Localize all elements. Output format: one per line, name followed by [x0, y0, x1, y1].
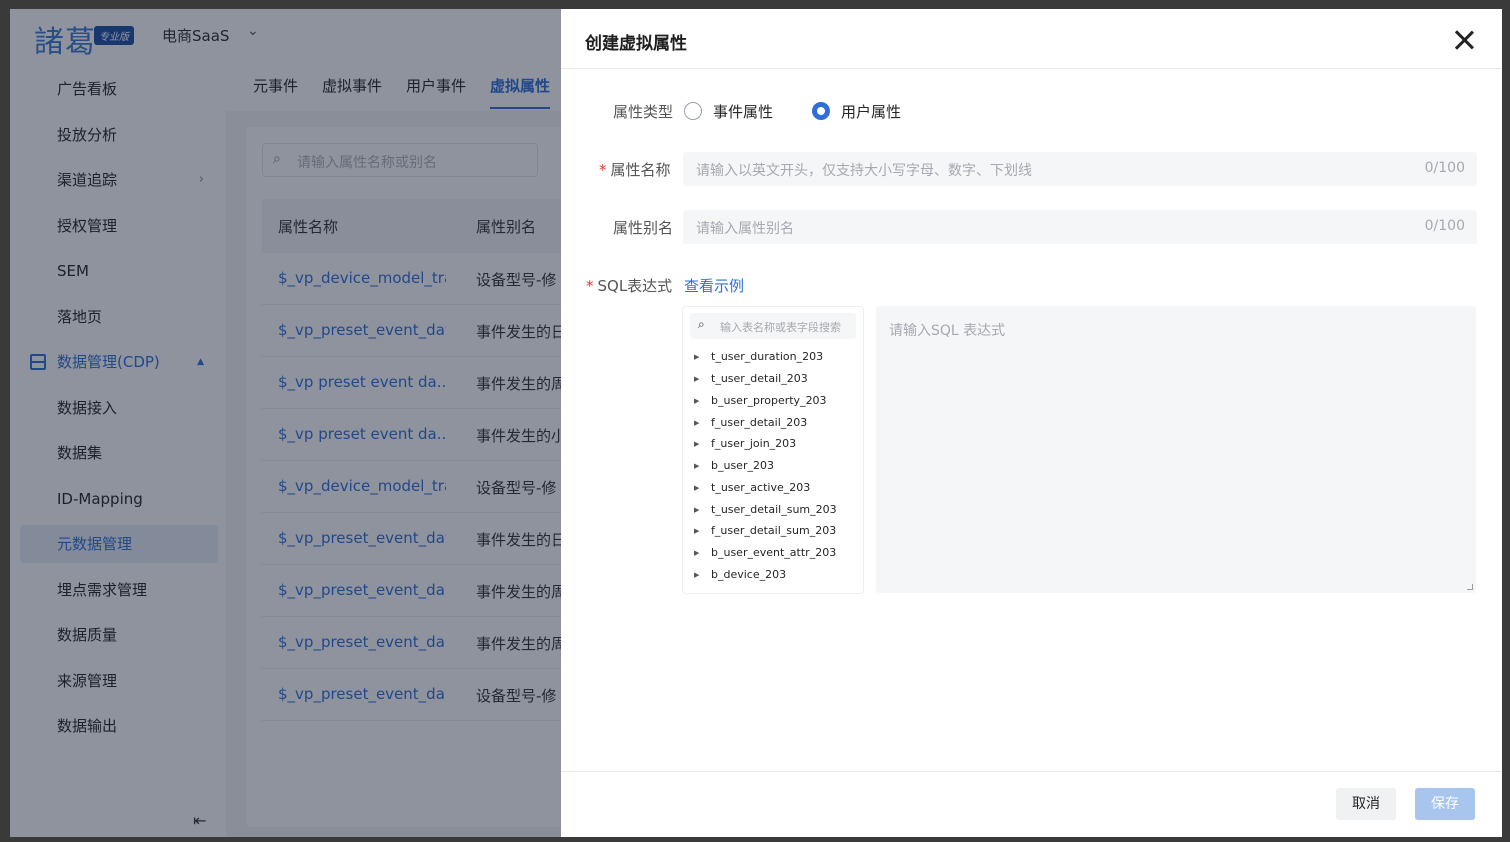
required-asterisk: * [599, 161, 607, 179]
sql-expression-placeholder: 请输入SQL 表达式 [889, 323, 1006, 339]
radio-user-property[interactable] [812, 102, 830, 120]
property-name-char-count: 0/100 [1424, 160, 1465, 176]
table-tree-item[interactable]: ▶ t_user_active_203 [694, 481, 810, 501]
table-search-placeholder: 输入表名称或表字段搜索 [720, 321, 841, 334]
table-name: f_user_detail_sum_203 [711, 524, 837, 537]
table-tree-item[interactable]: ▶ t_user_detail_sum_203 [694, 503, 837, 523]
property-name-label-text: 属性名称 [610, 161, 671, 179]
property-type-label: 属性类型 [613, 103, 674, 121]
required-asterisk: * [586, 277, 594, 295]
caret-right-icon[interactable]: ▶ [694, 397, 711, 405]
drawer-header: 创建虚拟属性 [561, 9, 1502, 69]
table-tree-item[interactable]: ▶ f_user_detail_sum_203 [694, 524, 836, 544]
caret-right-icon[interactable]: ▶ [694, 375, 711, 383]
radio-label-user-property[interactable]: 用户属性 [841, 101, 901, 122]
table-name: t_user_detail_sum_203 [711, 503, 837, 516]
table-name: b_user_property_203 [711, 394, 827, 407]
caret-right-icon[interactable]: ▶ [694, 527, 711, 535]
sql-expression-label-text: SQL表达式 [597, 277, 673, 295]
property-alias-char-count: 0/100 [1424, 218, 1465, 234]
table-name: f_user_detail_203 [711, 416, 808, 429]
caret-right-icon[interactable]: ▶ [694, 484, 711, 492]
table-tree-item[interactable]: ▶ b_device_203 [694, 568, 786, 588]
table-name: b_device_203 [711, 568, 787, 581]
caret-right-icon[interactable]: ▶ [694, 571, 711, 579]
caret-right-icon[interactable]: ▶ [694, 549, 711, 557]
table-name: t_user_detail_203 [711, 372, 808, 385]
radio-label-event-property[interactable]: 事件属性 [713, 101, 773, 122]
sql-expression-textarea[interactable]: 请输入SQL 表达式 [876, 306, 1476, 593]
table-name: b_user_event_attr_203 [711, 546, 837, 559]
caret-right-icon[interactable]: ▶ [694, 506, 711, 514]
property-alias-placeholder: 请输入属性别名 [696, 221, 794, 237]
caret-right-icon[interactable]: ▶ [694, 440, 711, 448]
view-example-link[interactable]: 查看示例 [684, 275, 744, 296]
radio-event-property[interactable] [684, 102, 702, 120]
table-tree-item[interactable]: ▶ b_user_event_attr_203 [694, 546, 836, 566]
table-name: f_user_join_203 [711, 437, 797, 450]
search-icon: ⌕ [698, 317, 705, 331]
table-tree-item[interactable]: ▶ f_user_join_203 [694, 437, 796, 457]
table-tree-item[interactable]: ▶ t_user_detail_203 [694, 372, 808, 392]
caret-right-icon[interactable]: ▶ [694, 462, 711, 470]
table-name: t_user_active_203 [711, 481, 811, 494]
table-tree-item[interactable]: ▶ b_user_property_203 [694, 394, 827, 414]
resize-handle-icon[interactable] [1467, 584, 1473, 590]
table-browser: ⌕ 输入表名称或表字段搜索 ▶ t_user_duration_203 ▶ t_us… [682, 306, 864, 594]
table-search-input[interactable]: ⌕ 输入表名称或表字段搜索 [690, 313, 856, 339]
table-tree-item[interactable]: ▶ f_user_detail_203 [694, 416, 807, 436]
save-button[interactable]: 保存 [1415, 788, 1475, 820]
drawer-footer: 取消 保存 [561, 771, 1502, 837]
property-name-input[interactable]: 请输入以英文开头，仅支持大小写字母、数字、下划线 0/100 [683, 152, 1477, 186]
property-alias-input[interactable]: 请输入属性别名 0/100 [683, 210, 1477, 244]
drawer-title: 创建虚拟属性 [585, 34, 687, 54]
property-name-placeholder: 请输入以英文开头，仅支持大小写字母、数字、下划线 [696, 163, 1032, 179]
close-icon[interactable] [1453, 29, 1475, 51]
property-alias-label: 属性别名 [613, 219, 674, 237]
property-name-label: * 属性名称 [599, 159, 671, 180]
sql-expression-label: * SQL表达式 [586, 275, 672, 296]
table-name: b_user_203 [711, 459, 774, 472]
caret-right-icon[interactable]: ▶ [694, 353, 711, 361]
table-tree-item[interactable]: ▶ t_user_duration_203 [694, 350, 823, 370]
table-tree-item[interactable]: ▶ b_user_203 [694, 459, 774, 479]
cancel-button[interactable]: 取消 [1336, 788, 1396, 820]
caret-right-icon[interactable]: ▶ [694, 419, 711, 427]
create-virtual-property-drawer: 创建虚拟属性 属性类型 事件属性 用户属性 * 属性名称 请输入以英文开头，仅支持… [561, 9, 1502, 837]
table-name: t_user_duration_203 [711, 350, 824, 363]
